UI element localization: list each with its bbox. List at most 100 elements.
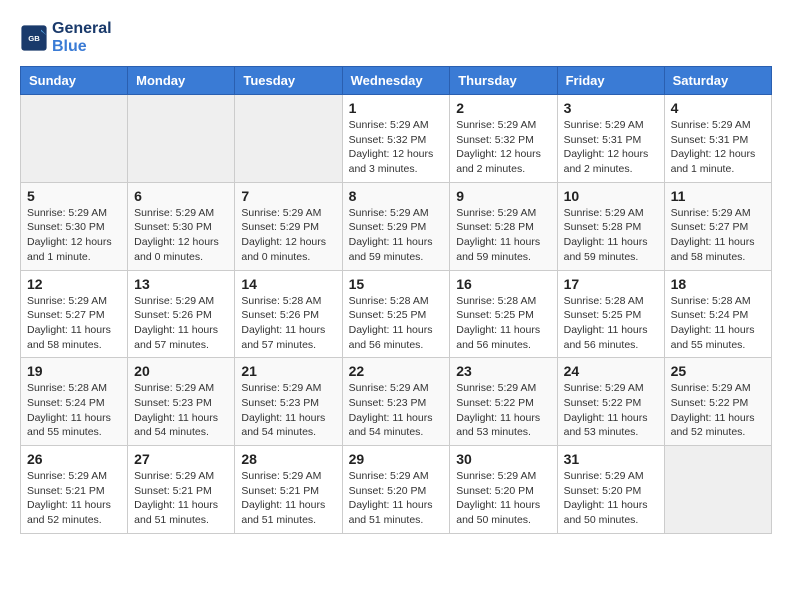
week-row-4: 19Sunrise: 5:28 AM Sunset: 5:24 PM Dayli… — [21, 358, 772, 446]
logo-icon: GB — [20, 24, 48, 52]
calendar-cell: 7 Sunrise: 5:29 AM Sunset: 5:29 PM Daylig… — [235, 182, 342, 270]
calendar-cell: 16 Sunrise: 5:28 AM Sunset: 5:25 PM Dayli… — [450, 270, 557, 358]
calendar-cell — [128, 95, 235, 183]
calendar-cell: 30 Sunrise: 5:29 AM Sunset: 5:20 PM Dayli… — [450, 446, 557, 534]
day-info: Sunrise: 5:29 AM Sunset: 5:23 PM Dayligh… — [349, 381, 444, 440]
day-info: Sunrise: 5:29 AM Sunset: 5:31 PM Dayligh… — [671, 118, 765, 177]
week-row-1: 1 Sunrise: 5:29 AM Sunset: 5:32 PM Daylig… — [21, 95, 772, 183]
weekday-header-friday: Friday — [557, 67, 664, 95]
day-info: Sunrise: 5:29 AM Sunset: 5:20 PM Dayligh… — [456, 469, 550, 528]
day-number: 5 — [27, 188, 121, 204]
calendar-cell: 3 Sunrise: 5:29 AM Sunset: 5:31 PM Daylig… — [557, 95, 664, 183]
calendar-cell: 26 Sunrise: 5:29 AM Sunset: 5:21 PM Dayli… — [21, 446, 128, 534]
day-number: 14 — [241, 276, 335, 292]
day-number: 21 — [241, 363, 335, 379]
week-row-5: 26 Sunrise: 5:29 AM Sunset: 5:21 PM Dayli… — [21, 446, 772, 534]
calendar-cell: 13Sunrise: 5:29 AM Sunset: 5:26 PM Dayli… — [128, 270, 235, 358]
day-number: 2 — [456, 100, 550, 116]
day-info: Sunrise: 5:29 AM Sunset: 5:22 PM Dayligh… — [564, 381, 658, 440]
calendar-cell: 22 Sunrise: 5:29 AM Sunset: 5:23 PM Dayli… — [342, 358, 450, 446]
day-number: 25 — [671, 363, 765, 379]
page-header: GB General Blue — [20, 20, 772, 56]
day-info: Sunrise: 5:29 AM Sunset: 5:21 PM Dayligh… — [134, 469, 228, 528]
day-info: Sunrise: 5:29 AM Sunset: 5:27 PM Dayligh… — [671, 206, 765, 265]
day-info: Sunrise: 5:29 AM Sunset: 5:32 PM Dayligh… — [349, 118, 444, 177]
day-info: Sunrise: 5:29 AM Sunset: 5:21 PM Dayligh… — [27, 469, 121, 528]
week-row-2: 5 Sunrise: 5:29 AM Sunset: 5:30 PM Daylig… — [21, 182, 772, 270]
day-number: 1 — [349, 100, 444, 116]
day-number: 17 — [564, 276, 658, 292]
day-info: Sunrise: 5:29 AM Sunset: 5:30 PM Dayligh… — [134, 206, 228, 265]
day-number: 29 — [349, 451, 444, 467]
day-info: Sunrise: 5:29 AM Sunset: 5:22 PM Dayligh… — [671, 381, 765, 440]
calendar-cell: 21 Sunrise: 5:29 AM Sunset: 5:23 PM Dayli… — [235, 358, 342, 446]
calendar-cell: 18 Sunrise: 5:28 AM Sunset: 5:24 PM Dayli… — [664, 270, 771, 358]
day-info: Sunrise: 5:28 AM Sunset: 5:26 PM Dayligh… — [241, 294, 335, 353]
day-number: 3 — [564, 100, 658, 116]
weekday-header-wednesday: Wednesday — [342, 67, 450, 95]
calendar-cell — [664, 446, 771, 534]
day-number: 4 — [671, 100, 765, 116]
calendar-cell: 29Sunrise: 5:29 AM Sunset: 5:20 PM Dayli… — [342, 446, 450, 534]
day-number: 28 — [241, 451, 335, 467]
logo-text: General Blue — [52, 20, 112, 56]
calendar-cell — [21, 95, 128, 183]
day-info: Sunrise: 5:29 AM Sunset: 5:32 PM Dayligh… — [456, 118, 550, 177]
day-info: Sunrise: 5:28 AM Sunset: 5:25 PM Dayligh… — [456, 294, 550, 353]
weekday-header-row: SundayMondayTuesdayWednesdayThursdayFrid… — [21, 67, 772, 95]
day-info: Sunrise: 5:29 AM Sunset: 5:29 PM Dayligh… — [241, 206, 335, 265]
day-number: 6 — [134, 188, 228, 204]
day-number: 18 — [671, 276, 765, 292]
calendar-cell: 9Sunrise: 5:29 AM Sunset: 5:28 PM Daylig… — [450, 182, 557, 270]
calendar-cell: 2 Sunrise: 5:29 AM Sunset: 5:32 PM Daylig… — [450, 95, 557, 183]
day-info: Sunrise: 5:29 AM Sunset: 5:30 PM Dayligh… — [27, 206, 121, 265]
week-row-3: 12 Sunrise: 5:29 AM Sunset: 5:27 PM Dayli… — [21, 270, 772, 358]
calendar-cell: 14 Sunrise: 5:28 AM Sunset: 5:26 PM Dayli… — [235, 270, 342, 358]
day-info: Sunrise: 5:29 AM Sunset: 5:23 PM Dayligh… — [241, 381, 335, 440]
day-info: Sunrise: 5:29 AM Sunset: 5:23 PM Dayligh… — [134, 381, 228, 440]
day-number: 27 — [134, 451, 228, 467]
calendar-cell: 19Sunrise: 5:28 AM Sunset: 5:24 PM Dayli… — [21, 358, 128, 446]
calendar-cell: 27 Sunrise: 5:29 AM Sunset: 5:21 PM Dayli… — [128, 446, 235, 534]
calendar-cell: 23 Sunrise: 5:29 AM Sunset: 5:22 PM Dayli… — [450, 358, 557, 446]
calendar-cell: 6 Sunrise: 5:29 AM Sunset: 5:30 PM Daylig… — [128, 182, 235, 270]
day-info: Sunrise: 5:28 AM Sunset: 5:24 PM Dayligh… — [671, 294, 765, 353]
day-info: Sunrise: 5:29 AM Sunset: 5:29 PM Dayligh… — [349, 206, 444, 265]
calendar-cell: 25 Sunrise: 5:29 AM Sunset: 5:22 PM Dayli… — [664, 358, 771, 446]
day-info: Sunrise: 5:29 AM Sunset: 5:21 PM Dayligh… — [241, 469, 335, 528]
day-info: Sunrise: 5:28 AM Sunset: 5:25 PM Dayligh… — [349, 294, 444, 353]
day-number: 10 — [564, 188, 658, 204]
day-number: 12 — [27, 276, 121, 292]
calendar-cell: 15 Sunrise: 5:28 AM Sunset: 5:25 PM Dayli… — [342, 270, 450, 358]
day-number: 26 — [27, 451, 121, 467]
day-number: 22 — [349, 363, 444, 379]
day-number: 15 — [349, 276, 444, 292]
weekday-header-tuesday: Tuesday — [235, 67, 342, 95]
day-number: 23 — [456, 363, 550, 379]
day-info: Sunrise: 5:28 AM Sunset: 5:25 PM Dayligh… — [564, 294, 658, 353]
day-info: Sunrise: 5:29 AM Sunset: 5:31 PM Dayligh… — [564, 118, 658, 177]
calendar-cell: 28 Sunrise: 5:29 AM Sunset: 5:21 PM Dayli… — [235, 446, 342, 534]
day-info: Sunrise: 5:29 AM Sunset: 5:20 PM Dayligh… — [564, 469, 658, 528]
day-number: 11 — [671, 188, 765, 204]
day-number: 13 — [134, 276, 228, 292]
day-number: 16 — [456, 276, 550, 292]
weekday-header-monday: Monday — [128, 67, 235, 95]
calendar-cell: 8 Sunrise: 5:29 AM Sunset: 5:29 PM Daylig… — [342, 182, 450, 270]
calendar-cell: 11 Sunrise: 5:29 AM Sunset: 5:27 PM Dayli… — [664, 182, 771, 270]
calendar-cell: 31Sunrise: 5:29 AM Sunset: 5:20 PM Dayli… — [557, 446, 664, 534]
day-number: 19 — [27, 363, 121, 379]
day-info: Sunrise: 5:29 AM Sunset: 5:22 PM Dayligh… — [456, 381, 550, 440]
svg-text:GB: GB — [28, 34, 40, 43]
day-number: 9 — [456, 188, 550, 204]
day-info: Sunrise: 5:29 AM Sunset: 5:27 PM Dayligh… — [27, 294, 121, 353]
day-number: 7 — [241, 188, 335, 204]
calendar-cell — [235, 95, 342, 183]
logo: GB General Blue — [20, 20, 112, 56]
calendar-cell: 12 Sunrise: 5:29 AM Sunset: 5:27 PM Dayli… — [21, 270, 128, 358]
day-number: 24 — [564, 363, 658, 379]
day-number: 30 — [456, 451, 550, 467]
day-number: 8 — [349, 188, 444, 204]
calendar-cell: 17 Sunrise: 5:28 AM Sunset: 5:25 PM Dayli… — [557, 270, 664, 358]
calendar-table: SundayMondayTuesdayWednesdayThursdayFrid… — [20, 66, 772, 534]
